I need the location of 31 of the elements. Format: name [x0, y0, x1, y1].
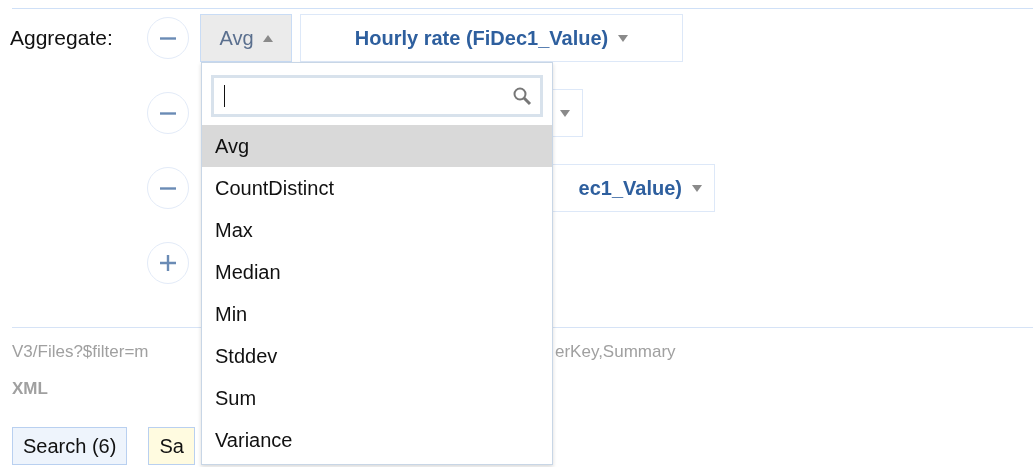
dropdown-option[interactable]: Median: [202, 251, 552, 293]
text-cursor: [224, 85, 225, 107]
aggregate-label: Aggregate:: [10, 26, 113, 49]
remove-button[interactable]: [147, 167, 189, 209]
format-label: XML: [12, 379, 48, 398]
remove-button[interactable]: [147, 17, 189, 59]
dropdown-option[interactable]: Variance: [202, 419, 552, 461]
dropdown-option[interactable]: Min: [202, 293, 552, 335]
caret-icon: [262, 34, 273, 42]
function-dropdown[interactable]: Avg: [200, 14, 292, 62]
dropdown-option[interactable]: Max: [202, 209, 552, 251]
search-field[interactable]: [211, 75, 543, 117]
caret-icon: [560, 109, 570, 117]
minus-icon: [160, 36, 176, 40]
minus-icon: [160, 186, 176, 190]
dropdown-option[interactable]: Stddev: [202, 335, 552, 377]
dropdown-option[interactable]: Avg: [202, 125, 552, 167]
minus-icon: [160, 111, 176, 115]
plus-icon: [160, 255, 176, 271]
add-button[interactable]: [147, 242, 189, 284]
field-dropdown[interactable]: Hourly rate (FiDec1_Value): [300, 14, 683, 62]
query-text: erKey,Summary: [555, 342, 676, 363]
search-icon: [512, 86, 532, 106]
dropdown-option[interactable]: CountDistinct: [202, 167, 552, 209]
highlighted-button[interactable]: Sa: [148, 427, 195, 465]
caret-icon: [618, 34, 629, 42]
remove-button[interactable]: [147, 92, 189, 134]
dropdown-option[interactable]: Sum: [202, 377, 552, 419]
query-text: V3/Files?$filter=m: [12, 342, 149, 363]
search-button[interactable]: Search (6): [12, 427, 128, 465]
caret-icon: [692, 184, 702, 192]
